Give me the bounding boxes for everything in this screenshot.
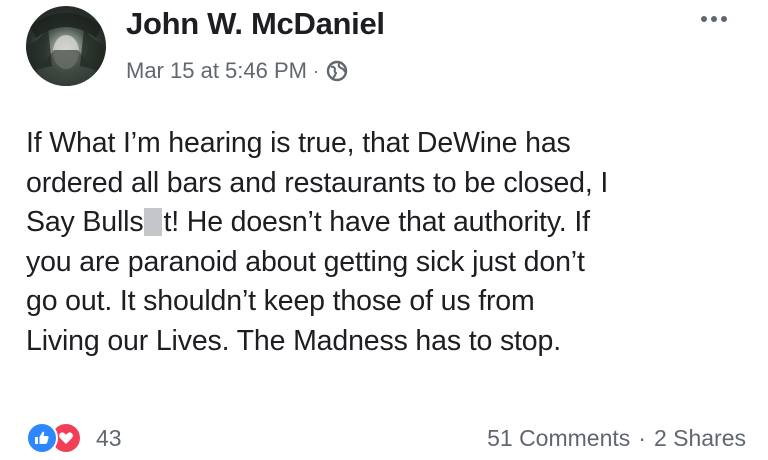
engagement-separator: · (638, 424, 646, 451)
post-meta: Mar 15 at 5:46 PM · (126, 58, 348, 84)
engagement-stats: 51 Comments · 2 Shares (487, 425, 746, 452)
post-footer: 43 51 Comments · 2 Shares (26, 418, 746, 458)
redaction-box (144, 208, 163, 237)
reaction-icons (26, 422, 88, 454)
post-timestamp[interactable]: Mar 15 at 5:46 PM (126, 58, 307, 84)
avatar[interactable] (26, 6, 106, 86)
like-icon (26, 422, 58, 454)
post-text-line: Say Bulls t! He doesn’t have that authori… (26, 203, 746, 243)
post-text-line: If What I’m hearing is true, that DeWine… (26, 127, 571, 159)
post-text-line: go out. It shouldn’t keep those of us fr… (26, 285, 535, 318)
author-name[interactable]: John W. McDaniel (126, 6, 385, 42)
reaction-count: 43 (96, 424, 122, 451)
facebook-post: John W. McDaniel Mar 15 at 5:46 PM · If … (0, 0, 768, 460)
post-text: If What I’m hearing is true, that DeWine… (26, 124, 746, 362)
reactions-summary[interactable]: 43 (26, 422, 122, 454)
avatar-image (26, 13, 106, 86)
globe-icon[interactable] (326, 60, 348, 82)
post-text-segment: Say Bulls (26, 206, 144, 239)
post-text-line: Living our Lives. The Madness has to sto… (26, 324, 561, 357)
post-text-line: ordered all bars and restaurants to be c… (26, 166, 609, 199)
post-text-segment: t! He doesn’t have that authority. If (163, 206, 590, 239)
shares-count-link[interactable]: 2 Shares (654, 425, 746, 452)
comments-count-link[interactable]: 51 Comments (487, 425, 630, 452)
meta-separator: · (312, 60, 319, 81)
more-options-button[interactable] (692, 4, 736, 34)
more-options-icon (701, 16, 727, 22)
post-text-line: you are paranoid about getting sick just… (26, 245, 585, 278)
